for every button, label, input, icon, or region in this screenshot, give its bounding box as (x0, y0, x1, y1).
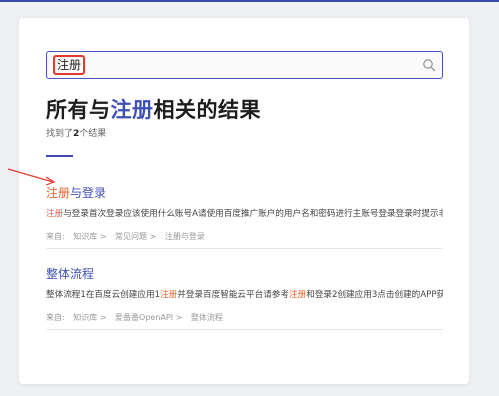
result-item: 整体流程 整体流程1在百度云创建应用1注册并登录百度智能云平台请参考注册和登录2… (46, 265, 443, 323)
breadcrumb-item[interactable]: 爱番番OpenAPI > (115, 313, 182, 322)
result-title-text: 与登录 (70, 186, 107, 200)
page-title-prefix: 所有与 (46, 98, 111, 122)
snippet-text: 与登录首次登录应该使用什么账号A请使用百度推广账户的用户名和密码进行主账号登录登… (63, 209, 443, 219)
snippet-highlight: 注册 (289, 290, 307, 300)
result-count-prefix: 找到了 (46, 129, 74, 139)
snippet-highlight: 注册 (46, 209, 64, 219)
snippet-text: 整体流程1在百度云创建应用1 (46, 290, 161, 300)
snippet-highlight: 注册 (160, 290, 178, 300)
breadcrumb-item[interactable]: 注册与登录 (165, 232, 205, 241)
search-icon[interactable] (422, 58, 436, 72)
result-source: 来自: 知识库 > 常见问题 > 注册与登录 (46, 231, 443, 242)
result-title-link[interactable]: 注册与登录 (46, 184, 443, 201)
snippet-text: 和登录2创建应用3点击创建的APP获取app... (306, 290, 443, 300)
source-label: 来自: (46, 232, 65, 241)
results-card: 注册 所有与注册相关的结果 找到了2个结果 注册与登录 注册与登录首次登录应该使… (19, 18, 469, 384)
top-accent-rule (0, 0, 499, 2)
breadcrumb-item[interactable]: 整体流程 (191, 313, 223, 322)
result-item: 注册与登录 注册与登录首次登录应该使用什么账号A请使用百度推广账户的用户名和密码… (46, 184, 443, 242)
page-title-keyword: 注册 (110, 98, 154, 122)
search-query-text[interactable]: 注册 (53, 55, 86, 75)
result-source: 来自: 知识库 > 爱番番OpenAPI > 整体流程 (46, 312, 443, 323)
breadcrumb-item[interactable]: 知识库 > (73, 232, 106, 241)
result-snippet: 注册与登录首次登录应该使用什么账号A请使用百度推广账户的用户名和密码进行主账号登… (46, 207, 443, 219)
source-label: 来自: (46, 313, 65, 322)
result-divider (46, 329, 443, 330)
annotation-arrow-icon (7, 168, 56, 186)
page-title: 所有与注册相关的结果 (46, 94, 261, 124)
breadcrumb-item[interactable]: 知识库 > (73, 313, 106, 322)
result-divider (46, 248, 443, 249)
snippet-text: 并登录百度智能云平台请参考 (177, 290, 289, 300)
result-count: 找到了2个结果 (46, 126, 106, 139)
search-input[interactable]: 注册 (46, 51, 443, 79)
result-title-highlight: 注册 (46, 186, 71, 200)
result-snippet: 整体流程1在百度云创建应用1注册并登录百度智能云平台请参考注册和登录2创建应用3… (46, 288, 443, 300)
result-count-suffix: 个结果 (79, 129, 107, 139)
page-title-suffix: 相关的结果 (153, 98, 261, 122)
breadcrumb-item[interactable]: 常见问题 > (115, 232, 156, 241)
result-title-link[interactable]: 整体流程 (46, 265, 443, 282)
